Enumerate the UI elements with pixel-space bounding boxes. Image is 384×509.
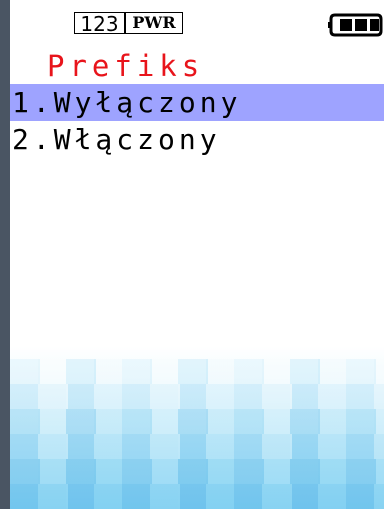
status-bar: 123 PWR — [10, 0, 384, 48]
power-indicator: PWR — [125, 12, 183, 34]
input-mode-indicator: 123 — [74, 12, 125, 35]
tile-row — [10, 434, 384, 459]
decorative-tile-background — [10, 359, 384, 509]
menu-item-disabled[interactable]: 1.Wyłączony — [10, 84, 384, 121]
phone-screen: 123 PWR Prefiks 1.Wyłączony 2.Włączony — [10, 0, 384, 509]
tile-row — [10, 384, 384, 409]
device-frame: 123 PWR Prefiks 1.Wyłączony 2.Włączony — [0, 0, 384, 509]
tile-row — [10, 359, 384, 384]
tile-row — [10, 459, 384, 484]
tile-row — [10, 409, 384, 434]
battery-icon — [328, 13, 383, 37]
menu-item-enabled[interactable]: 2.Włączony — [10, 121, 384, 158]
tile-row — [10, 484, 384, 509]
page-title: Prefiks — [47, 49, 205, 83]
